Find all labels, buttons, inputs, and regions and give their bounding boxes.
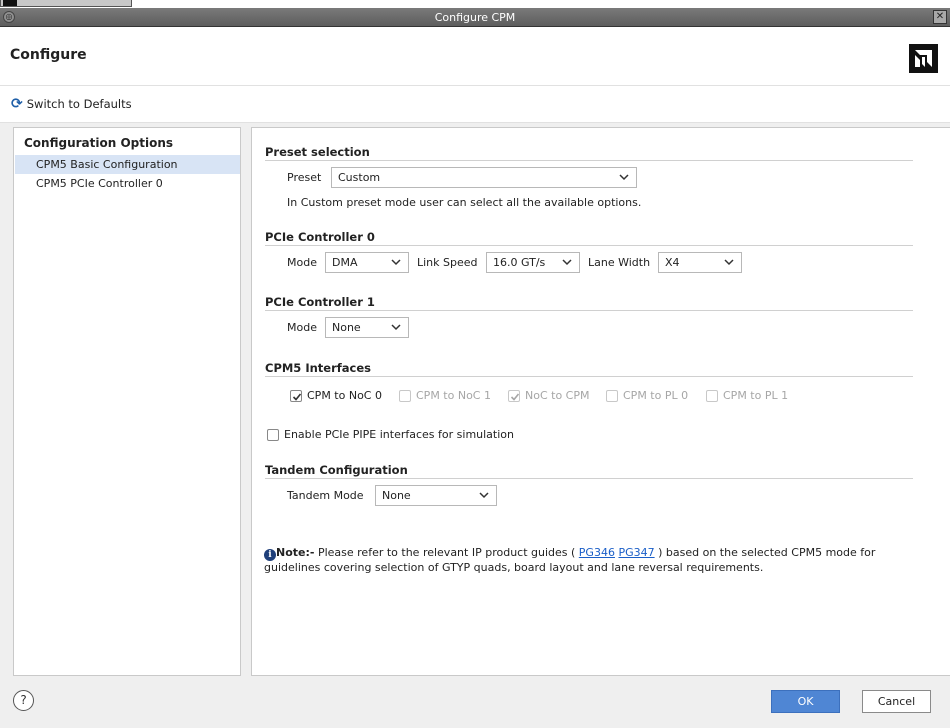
pcie0-mode-label: Mode bbox=[287, 256, 317, 269]
preset-select[interactable]: Custom bbox=[331, 167, 637, 188]
chevron-down-icon bbox=[391, 324, 401, 331]
enable-pcie-pipe-label: Enable PCIe PIPE interfaces for simulati… bbox=[284, 428, 514, 441]
tandem-mode-label: Tandem Mode bbox=[287, 489, 364, 502]
preset-value: Custom bbox=[338, 171, 381, 184]
noc-to-cpm-label: NoC to CPM bbox=[525, 389, 590, 402]
checkbox-box bbox=[508, 389, 520, 402]
sidebar-item-cpm5-pcie-controller-0[interactable]: CPM5 PCIe Controller 0 bbox=[15, 174, 240, 193]
cpm-to-noc-0-checkbox[interactable]: CPM to NoC 0 bbox=[290, 389, 382, 402]
note-text-1: Please refer to the relevant IP product … bbox=[314, 546, 579, 559]
dialog-footer: ? OK Cancel bbox=[0, 680, 950, 728]
preset-hint: In Custom preset mode user can select al… bbox=[287, 196, 642, 209]
section-divider bbox=[265, 160, 913, 161]
link-speed-label: Link Speed bbox=[417, 256, 478, 269]
checkbox-box bbox=[606, 389, 618, 402]
pcie0-mode-value: DMA bbox=[332, 256, 358, 269]
help-icon[interactable]: ? bbox=[13, 690, 34, 711]
preset-selection-heading: Preset selection bbox=[265, 145, 370, 159]
checkbox-box bbox=[399, 389, 411, 402]
switch-to-defaults-button[interactable]: ⟳ Switch to Defaults bbox=[11, 97, 132, 111]
section-divider bbox=[265, 310, 913, 311]
cpm5-interfaces-heading: CPM5 Interfaces bbox=[265, 361, 371, 375]
enable-pcie-pipe-checkbox[interactable]: Enable PCIe PIPE interfaces for simulati… bbox=[267, 428, 514, 441]
cancel-button[interactable]: Cancel bbox=[862, 690, 931, 713]
checkmark-icon bbox=[510, 392, 520, 401]
lane-width-select[interactable]: X4 bbox=[658, 252, 742, 273]
pcie1-mode-label: Mode bbox=[287, 321, 317, 334]
toolbar: ⟳ Switch to Defaults bbox=[0, 87, 950, 123]
info-icon: i bbox=[264, 549, 276, 561]
noc-to-cpm-checkbox[interactable]: NoC to CPM bbox=[508, 389, 589, 402]
cpm-to-pl-1-label: CPM to PL 1 bbox=[723, 389, 789, 402]
pg347-link[interactable]: PG347 bbox=[618, 546, 654, 559]
pcie1-mode-select[interactable]: None bbox=[325, 317, 409, 338]
chevron-down-icon bbox=[391, 259, 401, 266]
top-strip bbox=[0, 0, 950, 8]
cpm-to-noc-1-checkbox[interactable]: CPM to NoC 1 bbox=[399, 389, 491, 402]
pg346-link[interactable]: PG346 bbox=[579, 546, 615, 559]
section-divider bbox=[265, 245, 913, 246]
pcie-controller-1-heading: PCIe Controller 1 bbox=[265, 295, 375, 309]
tandem-mode-select[interactable]: None bbox=[375, 485, 497, 506]
chevron-down-icon bbox=[619, 174, 629, 181]
section-divider bbox=[265, 376, 913, 377]
lane-width-value: X4 bbox=[665, 256, 680, 269]
checkbox-box bbox=[267, 428, 279, 441]
switch-to-defaults-label: Switch to Defaults bbox=[26, 97, 132, 111]
link-speed-select[interactable]: 16.0 GT/s bbox=[486, 252, 580, 273]
window-titlebar: ◎ Configure CPM ✕ bbox=[0, 8, 950, 27]
chevron-down-icon bbox=[562, 259, 572, 266]
configuration-options-title: Configuration Options bbox=[24, 136, 174, 150]
sidebar-item-cpm5-basic-configuration[interactable]: CPM5 Basic Configuration bbox=[15, 155, 240, 174]
tandem-configuration-heading: Tandem Configuration bbox=[265, 463, 408, 477]
checkmark-icon bbox=[292, 392, 302, 401]
background-tab bbox=[0, 0, 132, 7]
link-speed-value: 16.0 GT/s bbox=[493, 256, 546, 269]
cpm-to-pl-0-label: CPM to PL 0 bbox=[623, 389, 689, 402]
chevron-down-icon bbox=[724, 259, 734, 266]
section-divider bbox=[265, 478, 913, 479]
cpm-to-noc-1-label: CPM to NoC 1 bbox=[416, 389, 491, 402]
ok-button[interactable]: OK bbox=[771, 690, 840, 713]
product-guide-note: i Note:- Please refer to the relevant IP … bbox=[264, 546, 904, 575]
checkbox-box bbox=[706, 389, 718, 402]
cpm-to-pl-1-checkbox[interactable]: CPM to PL 1 bbox=[706, 389, 788, 402]
lane-width-label: Lane Width bbox=[588, 256, 651, 269]
refresh-icon: ⟳ bbox=[11, 96, 23, 112]
amd-logo-icon bbox=[909, 44, 938, 73]
page-title: Configure bbox=[10, 47, 87, 63]
configuration-options-panel: Configuration Options CPM5 Basic Configu… bbox=[13, 127, 241, 676]
window-close-icon[interactable]: ✕ bbox=[933, 10, 947, 24]
checkbox-box bbox=[290, 389, 302, 402]
dialog-header: Configure bbox=[0, 28, 950, 86]
tandem-mode-value: None bbox=[382, 489, 411, 502]
chevron-down-icon bbox=[479, 492, 489, 499]
note-label: Note:- bbox=[276, 546, 315, 559]
pcie1-mode-value: None bbox=[332, 321, 361, 334]
window-title: Configure CPM bbox=[434, 11, 516, 24]
preset-label: Preset bbox=[287, 171, 322, 184]
pcie0-mode-select[interactable]: DMA bbox=[325, 252, 409, 273]
cpm-to-pl-0-checkbox[interactable]: CPM to PL 0 bbox=[606, 389, 688, 402]
cpm-to-noc-0-label: CPM to NoC 0 bbox=[307, 389, 382, 402]
pcie-controller-0-heading: PCIe Controller 0 bbox=[265, 230, 375, 244]
